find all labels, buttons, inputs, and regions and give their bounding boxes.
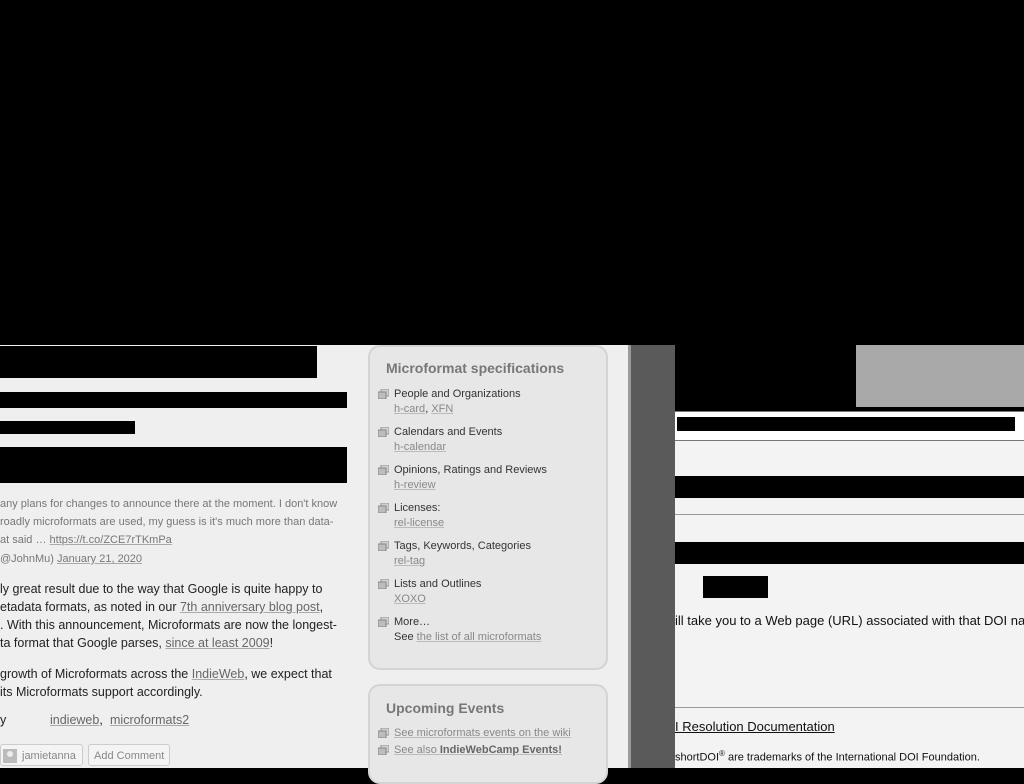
embedded-tweet: any plans for changes to announce there …: [0, 495, 345, 549]
tweet-author: @JohnMu): [0, 553, 54, 565]
spec-link-h-card[interactable]: h-card: [394, 403, 425, 415]
spec-lists: Lists and Outlines XOXO: [378, 577, 481, 607]
doi-page-pane: ill take you to a Web page (URL) associa…: [675, 345, 1024, 768]
spec-link-xfn[interactable]: XFN: [431, 403, 453, 415]
tweet-meta: @JohnMu) January 21, 2020: [0, 553, 142, 565]
header-gray-area: [856, 345, 1024, 407]
divider-line: [675, 707, 1024, 708]
tags-label: y: [0, 713, 7, 727]
post-text: ly great result due to the way that Goog…: [0, 582, 323, 596]
events-title: Upcoming Events: [386, 700, 505, 716]
spec-people-orgs: People and Organizations h-card, XFN: [378, 387, 521, 417]
since-2009-link[interactable]: since at least 2009: [165, 636, 269, 650]
bullet-icon: [378, 427, 389, 437]
spec-link-xoxo[interactable]: XOXO: [394, 593, 426, 605]
bullet-icon: [378, 745, 389, 755]
redacted-line: [0, 421, 135, 434]
doi-resolution-docs-link[interactable]: I Resolution Documentation: [675, 719, 835, 734]
post-text: . With this announcement, Microformats a…: [0, 618, 337, 632]
bullet-icon: [378, 579, 389, 589]
event-item-indiewebcamp: See also IndieWebCamp Events!: [378, 743, 562, 758]
bullet-icon: [378, 503, 389, 513]
microformat-specs-box: Microformat specifications People and Or…: [368, 345, 608, 670]
post-text: etadata formats, as noted in our 7th ann…: [0, 600, 324, 614]
author-chip[interactable]: jamietanna: [0, 744, 83, 766]
tweet-line: roadly microformats are used, my guess i…: [0, 516, 334, 528]
redacted-header: [675, 345, 856, 407]
spec-link-h-review[interactable]: h-review: [394, 479, 436, 491]
indieweb-link[interactable]: IndieWeb: [192, 667, 245, 681]
post-text: growth of Microformats across the IndieW…: [0, 667, 332, 681]
trademark-notice: shortDOI® are trademarks of the Internat…: [675, 749, 980, 764]
bullet-icon: [378, 728, 389, 738]
bullet-icon: [378, 541, 389, 551]
bullet-icon: [378, 389, 389, 399]
events-wiki-link[interactable]: See microformats events on the wiki: [394, 727, 571, 739]
redacted-header-area: [0, 0, 1024, 345]
upcoming-events-box: Upcoming Events See microformats events …: [368, 684, 608, 784]
doi-nav-bar: [675, 411, 1024, 441]
tag-microformats2[interactable]: microformats2: [110, 713, 189, 727]
tweet-line: any plans for changes to announce there …: [0, 498, 338, 510]
spec-reviews: Opinions, Ratings and Reviews h-review: [378, 463, 547, 493]
spec-link-rel-license[interactable]: rel-license: [394, 517, 444, 529]
bullet-icon: [378, 617, 389, 627]
redacted-block: [0, 447, 347, 483]
redacted-heading: [0, 346, 317, 378]
event-item-wiki: See microformats events on the wiki: [378, 726, 571, 741]
spec-licenses: Licenses: rel-license: [378, 501, 444, 531]
redacted-line: [675, 476, 1024, 498]
redacted-nav: [677, 417, 1015, 431]
spec-tags: Tags, Keywords, Categories rel-tag: [378, 539, 531, 569]
divider-line: [675, 514, 1024, 515]
spec-more: More… See the list of all microformats: [378, 615, 542, 645]
tweet-line: at said … https://t.co/ZCE7rTKmPa: [0, 534, 172, 546]
all-microformats-link[interactable]: the list of all microformats: [417, 631, 542, 643]
tweet-date-link[interactable]: January 21, 2020: [57, 553, 142, 565]
doi-description: ill take you to a Web page (URL) associa…: [675, 613, 1024, 628]
avatar-icon: [3, 749, 17, 764]
tag-indieweb[interactable]: indieweb,: [50, 713, 103, 727]
window-divider: [628, 345, 675, 768]
redacted-line: [0, 392, 347, 408]
spec-link-rel-tag[interactable]: rel-tag: [394, 555, 425, 567]
redacted-button[interactable]: [703, 576, 768, 598]
post-paragraph: growth of Microformats across the IndieW…: [0, 665, 345, 701]
tweet-link[interactable]: https://t.co/ZCE7rTKmPa: [50, 534, 172, 546]
post-text: ta format that Google parses, since at l…: [0, 636, 274, 650]
anniversary-post-link[interactable]: 7th anniversary blog post: [180, 600, 320, 614]
spec-calendars-events: Calendars and Events h-calendar: [378, 425, 502, 455]
redacted-line: [675, 542, 1024, 564]
post-text: its Microformats support accordingly.: [0, 685, 203, 699]
post-paragraph: ly great result due to the way that Goog…: [0, 580, 345, 652]
bullet-icon: [378, 465, 389, 475]
specs-title: Microformat specifications: [386, 360, 565, 376]
indiewebcamp-events-link[interactable]: See also IndieWebCamp Events!: [394, 744, 562, 756]
spec-link-h-calendar[interactable]: h-calendar: [394, 441, 446, 453]
add-comment-button[interactable]: Add Comment: [88, 744, 171, 766]
